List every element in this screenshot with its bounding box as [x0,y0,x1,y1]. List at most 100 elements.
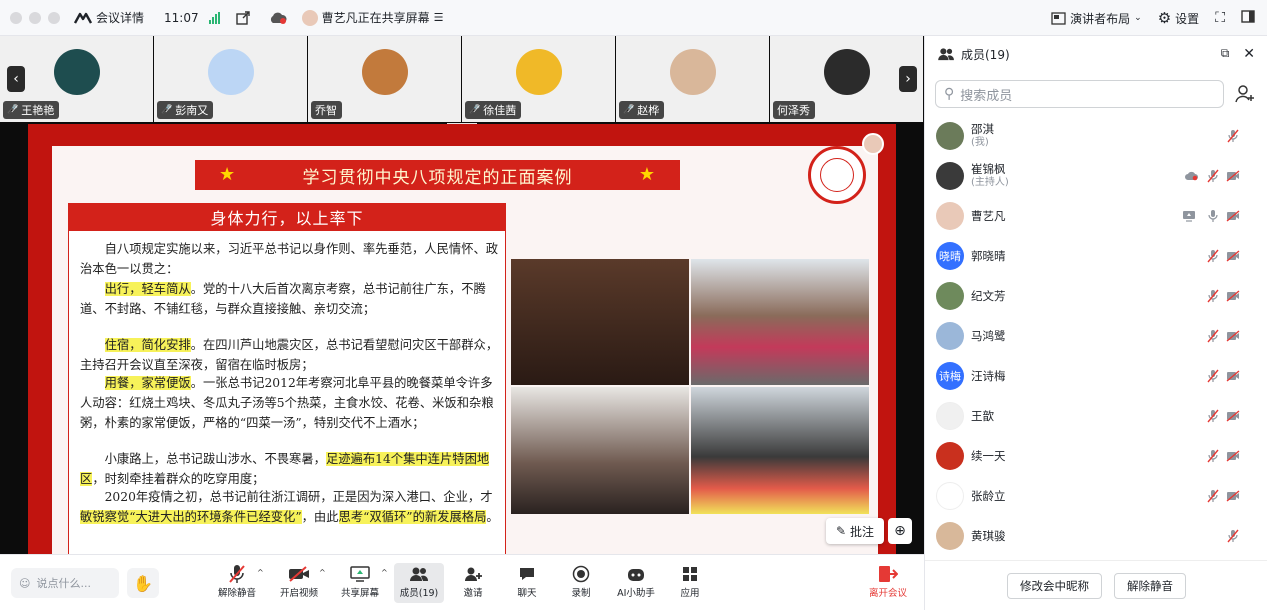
fullscreen-icon[interactable]: ⛶ [1215,10,1225,26]
sidebar-toggle-icon[interactable] [1241,10,1255,26]
screen-share-icon [1181,208,1197,224]
zoom-in-button[interactable]: ⊕ [888,518,912,544]
participant-tile[interactable]: 乔智 [308,36,462,122]
participant-tile[interactable]: 🎤̸ 彭南又 [154,36,308,122]
next-page-button[interactable]: › [899,66,917,92]
avatar [936,162,964,190]
unmute-all-button[interactable]: 解除静音 [1114,572,1186,599]
settings-button[interactable]: ⚙ 设置 [1158,9,1199,27]
ai-assistant-button[interactable]: AI小助手 [612,563,660,603]
invite-button[interactable]: 邀请 [449,563,497,603]
minimize-dot[interactable] [29,11,41,24]
member-name: 马鸿鹭 [971,329,1006,343]
close-icon[interactable]: ✕ [1243,46,1255,62]
slide-subtitle: 身体力行，以上率下 [68,203,506,231]
member-name-text: 曹艺凡 [971,209,1006,223]
camera-off-icon [1225,488,1241,504]
mic-off-icon: 🎤̸ [7,105,19,115]
name-tag: 🎤̸ 彭南又 [157,101,214,119]
chevron-up-icon[interactable]: ^ [381,568,388,577]
gear-icon: ⚙ [1157,9,1172,27]
mic-off-icon [1205,448,1221,464]
add-person-icon [465,567,482,581]
member-row[interactable]: 张龄立 [925,476,1267,516]
title-bar: 会议详情 11:07 曹艺凡正在共享屏幕 ☰ 演讲者布局 ⌄ ⚙ 设置 ⛶ [0,0,1267,36]
add-person-icon [1235,85,1254,103]
member-name-text: 郭晓晴 [971,249,1006,263]
avatar [936,122,964,150]
avatar [936,442,964,470]
member-name: 汪诗梅 [971,369,1006,383]
avatar [936,522,964,550]
meeting-time: 11:07 [164,10,199,25]
photo [691,387,869,514]
avatar [669,49,716,95]
cloud-record-icon [1183,168,1199,184]
member-row[interactable]: 邵淇 (我) [925,116,1267,156]
raise-hand-button[interactable]: ✋ [127,568,159,598]
rename-button[interactable]: 修改会中昵称 [1007,572,1102,599]
add-member-button[interactable] [1233,82,1257,106]
camera-off-icon [1225,288,1241,304]
record-button[interactable]: 录制 [557,563,605,603]
member-row[interactable]: 晓晴 郭晓晴 [925,236,1267,276]
member-name-text: 邵淇 [971,122,994,136]
member-name: 崔锦枫 (主持人) [971,162,1009,190]
name-tag: 🎤̸ 徐佳茜 [465,101,522,119]
apps-button[interactable]: 应用 [666,563,714,603]
sharing-status[interactable]: 曹艺凡正在共享屏幕 ☰ [301,9,444,26]
external-link-icon[interactable] [235,10,250,25]
chevron-up-icon[interactable]: ^ [319,568,326,577]
member-list: 邵淇 (我) 崔锦枫 (主持人) 曹艺凡晓晴 郭晓晴 纪文芳马鸿鹭诗梅 汪诗梅王歆续一天张龄立… [925,116,1267,556]
participant-tile[interactable]: 🎤̸ 赵桦 [616,36,770,122]
slide-paragraph: 用餐，家常便饭。一张总书记2012年考察河北阜平县的晚餐菜单令许多人动容：红烧土… [80,376,494,430]
avatar [361,49,408,95]
mic-off-icon [1205,328,1221,344]
meeting-details[interactable]: 会议详情 [74,9,144,26]
member-name: 曹艺凡 [971,209,1006,223]
window-controls[interactable] [10,11,60,24]
member-row[interactable]: 诗梅 汪诗梅 [925,356,1267,396]
panel-header: 成员(19) ⧉ ✕ [925,36,1267,72]
members-button[interactable]: 成员(19) [394,563,444,603]
avatar [936,202,964,230]
layout-icon [1051,11,1066,25]
member-row[interactable]: 纪文芳 [925,276,1267,316]
maximize-dot[interactable] [48,11,60,24]
layout-button[interactable]: 演讲者布局 ⌄ [1051,10,1142,27]
sharer-avatar [301,9,318,26]
share-screen-button[interactable]: 共享屏幕 [336,563,384,603]
member-row[interactable]: 崔锦枫 (主持人) [925,156,1267,196]
unmute-button[interactable]: 解除静音 [213,563,261,603]
member-name-text: 张龄立 [971,489,1006,503]
emblem-logo [808,146,866,204]
member-name-text: 黄琪骏 [971,529,1006,543]
prev-page-button[interactable]: ‹ [7,66,25,92]
member-search-input[interactable]: ⚲ 搜索成员 [935,80,1224,108]
chat-input[interactable]: ☺ 说点什么... [11,568,119,598]
annotate-button[interactable]: ✎ 批注 [826,518,884,544]
member-row[interactable]: 续一天 [925,436,1267,476]
member-row[interactable]: 曹艺凡 [925,196,1267,236]
star-icon: ★ [638,164,656,185]
chat-button[interactable]: 聊天 [503,563,551,603]
chevron-down-icon: ⌄ [1134,13,1142,23]
member-name: 续一天 [971,449,1006,463]
close-dot[interactable] [10,11,22,24]
member-row[interactable]: 王歆 [925,396,1267,436]
member-name: 王歆 [971,409,994,423]
panel-footer: 修改会中昵称 解除静音 [925,560,1267,610]
start-video-button[interactable]: 开启视频 [275,563,323,603]
chevron-up-icon[interactable]: ^ [257,568,264,577]
leave-meeting-button[interactable]: 离开会议 [864,563,912,603]
participant-tile[interactable]: 🎤̸ 徐佳茜 [462,36,616,122]
mic-off-icon [1205,368,1221,384]
slide-paragraph: 自八项规定实施以来，习近平总书记以身作则、率先垂范，人民情怀、政治本色一以贯之： [80,242,499,276]
camera-off-icon [1225,328,1241,344]
popout-icon[interactable]: ⧉ [1221,46,1230,62]
cloud-record-icon[interactable] [268,11,288,25]
member-row[interactable]: 马鸿鹭 [925,316,1267,356]
member-row[interactable]: 黄琪骏 [925,516,1267,556]
star-icon: ★ [219,164,237,185]
member-name-text: 崔锦枫 [971,162,1006,176]
